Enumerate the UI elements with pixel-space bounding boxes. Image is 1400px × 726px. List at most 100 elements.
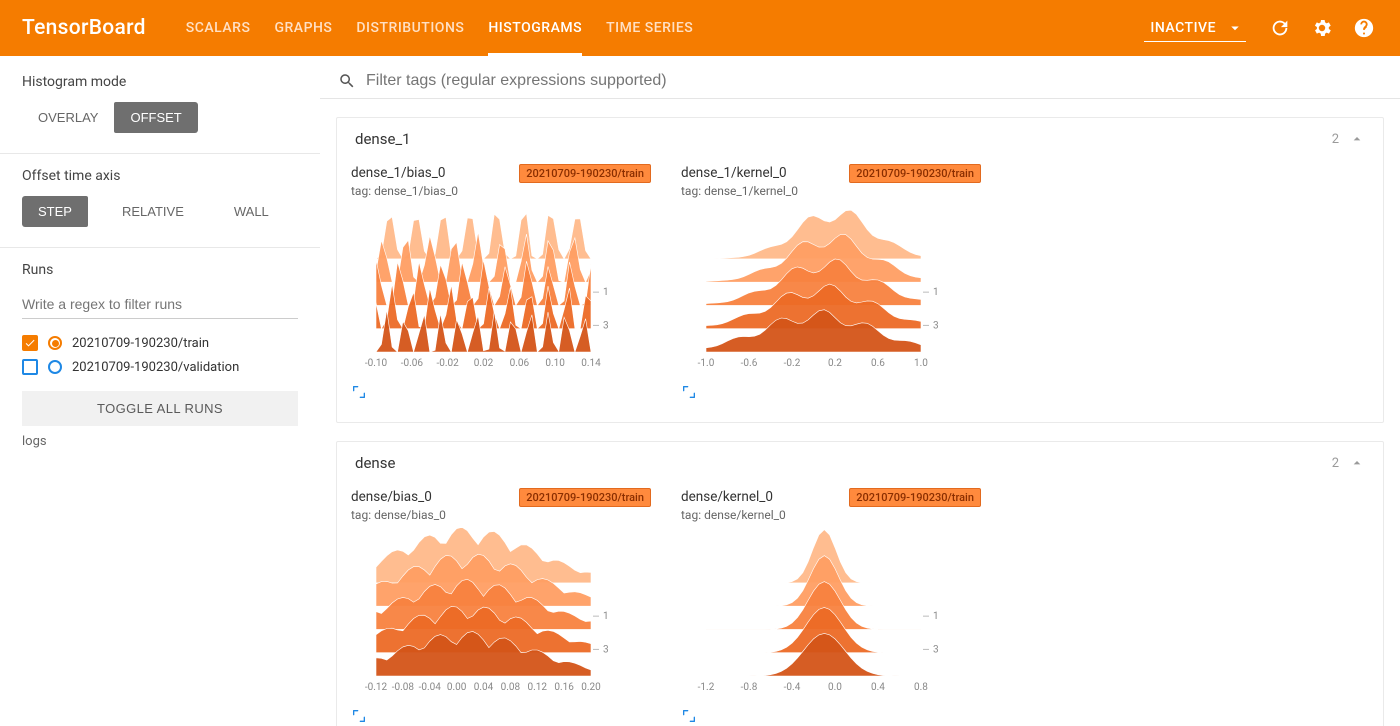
svg-text:0.0: 0.0 xyxy=(828,682,842,693)
tab-histograms[interactable]: HISTOGRAMS xyxy=(488,0,582,56)
runs-list: 20210709-190230/train 20210709-190230/val… xyxy=(22,331,298,379)
run-radio[interactable] xyxy=(48,336,62,350)
svg-text:3: 3 xyxy=(933,321,939,332)
offset-axis-label: Offset time axis xyxy=(22,168,298,184)
toggle-all-runs-button[interactable]: TOGGLE ALL RUNS xyxy=(22,391,298,426)
card-tag: tag: dense/kernel_0 xyxy=(681,508,786,522)
tag-group-name: dense_1 xyxy=(355,130,411,148)
svg-text:-1.2: -1.2 xyxy=(698,682,715,693)
svg-text:0.04: 0.04 xyxy=(474,682,494,693)
card-title: dense/kernel_0 xyxy=(681,488,786,506)
tab-time-series[interactable]: TIME SERIES xyxy=(606,0,693,56)
fullscreen-icon xyxy=(681,708,697,724)
tag-filter-input[interactable] xyxy=(366,72,1382,90)
svg-text:-0.06: -0.06 xyxy=(401,358,424,369)
card-tag: tag: dense/bias_0 xyxy=(351,508,446,522)
hist-mode-overlay[interactable]: OVERLAY xyxy=(22,102,114,133)
svg-text:0.02: 0.02 xyxy=(474,358,494,369)
run-badge: 20210709-190230/train xyxy=(849,488,981,507)
help-button[interactable] xyxy=(1350,14,1378,42)
run-badge: 20210709-190230/train xyxy=(519,488,651,507)
svg-text:-0.12: -0.12 xyxy=(365,682,388,693)
svg-text:0.4: 0.4 xyxy=(871,682,885,693)
hist-mode-label: Histogram mode xyxy=(22,74,298,90)
tag-group-header[interactable]: dense2 xyxy=(337,442,1383,484)
chevron-up-icon xyxy=(1349,131,1365,147)
svg-text:-0.6: -0.6 xyxy=(741,358,758,369)
svg-text:-0.4: -0.4 xyxy=(784,682,801,693)
run-checkbox[interactable] xyxy=(22,335,38,351)
fullscreen-icon xyxy=(351,708,367,724)
tab-graphs[interactable]: GRAPHS xyxy=(274,0,332,56)
svg-text:0.6: 0.6 xyxy=(871,358,885,369)
card-title: dense/bias_0 xyxy=(351,488,446,506)
run-name: 20210709-190230/validation xyxy=(72,360,239,375)
top-app-bar: TensorBoard SCALARS GRAPHS DISTRIBUTIONS HI… xyxy=(0,0,1400,56)
svg-text:1: 1 xyxy=(933,612,939,623)
offset-axis-step[interactable]: STEP xyxy=(22,196,88,227)
offset-axis-relative[interactable]: RELATIVE xyxy=(106,196,200,227)
svg-text:0.06: 0.06 xyxy=(510,358,530,369)
histogram-card: dense_1/bias_0 tag: dense_1/bias_0 2021070… xyxy=(351,164,651,404)
expand-button[interactable] xyxy=(681,708,981,726)
hist-mode-segmented: OVERLAYOFFSET xyxy=(22,102,198,133)
hist-mode-offset[interactable]: OFFSET xyxy=(114,102,197,133)
histogram-card: dense/kernel_0 tag: dense/kernel_0 2021070… xyxy=(681,488,981,726)
svg-text:1.0: 1.0 xyxy=(914,358,928,369)
svg-text:1: 1 xyxy=(603,287,609,298)
run-row[interactable]: 20210709-190230/validation xyxy=(22,355,298,379)
offset-axis-wall[interactable]: WALL xyxy=(218,196,285,227)
tab-scalars[interactable]: SCALARS xyxy=(186,0,251,56)
histogram-card: dense/bias_0 tag: dense/bias_0 20210709-19… xyxy=(351,488,651,726)
offset-axis-segmented: STEP RELATIVE WALL xyxy=(22,196,303,227)
run-badge: 20210709-190230/train xyxy=(849,164,981,183)
chevron-up-icon xyxy=(1349,455,1365,471)
runs-label: Runs xyxy=(22,262,298,278)
sidebar: Histogram mode OVERLAYOFFSET Offset time… xyxy=(0,56,320,726)
svg-text:0.12: 0.12 xyxy=(528,682,548,693)
refresh-button[interactable] xyxy=(1266,14,1294,42)
run-badge: 20210709-190230/train xyxy=(519,164,651,183)
tag-group-count: 2 xyxy=(1332,456,1339,471)
card-tag: tag: dense_1/bias_0 xyxy=(351,184,458,198)
svg-text:-0.04: -0.04 xyxy=(419,682,442,693)
run-row[interactable]: 20210709-190230/train xyxy=(22,331,298,355)
expand-button[interactable] xyxy=(351,708,651,726)
tab-distributions[interactable]: DISTRIBUTIONS xyxy=(356,0,464,56)
svg-text:1: 1 xyxy=(933,287,939,298)
tag-group: dense_1 2 dense_1/bias_0 tag: dense_1/bias_… xyxy=(336,117,1384,423)
card-tag: tag: dense_1/kernel_0 xyxy=(681,184,798,198)
histogram-plot[interactable]: -1.0-0.6-0.20.20.61.013 xyxy=(681,204,951,374)
histogram-plot[interactable]: -0.10-0.06-0.020.020.060.100.1413 xyxy=(351,204,621,374)
search-icon xyxy=(338,72,356,90)
expand-button[interactable] xyxy=(351,384,651,404)
svg-text:-0.8: -0.8 xyxy=(741,682,758,693)
svg-text:3: 3 xyxy=(603,321,609,332)
card-title: dense_1/bias_0 xyxy=(351,164,458,182)
run-radio[interactable] xyxy=(48,360,62,374)
app-logo: TensorBoard xyxy=(22,16,146,40)
svg-text:0.14: 0.14 xyxy=(581,358,601,369)
svg-text:-0.02: -0.02 xyxy=(437,358,460,369)
svg-text:-1.0: -1.0 xyxy=(698,358,715,369)
run-selector-label: INACTIVE xyxy=(1150,20,1216,36)
run-name: 20210709-190230/train xyxy=(72,336,209,351)
svg-text:0.10: 0.10 xyxy=(545,358,565,369)
nav-tabs: SCALARS GRAPHS DISTRIBUTIONS HISTOGRAMS TIME… xyxy=(186,0,694,56)
tag-group-count: 2 xyxy=(1332,132,1339,147)
histogram-plot[interactable]: -0.12-0.08-0.040.000.040.080.120.160.201… xyxy=(351,528,621,698)
svg-text:0.08: 0.08 xyxy=(501,682,521,693)
settings-button[interactable] xyxy=(1308,14,1336,42)
runs-filter-input[interactable] xyxy=(22,290,298,319)
svg-text:3: 3 xyxy=(933,645,939,656)
svg-text:0.20: 0.20 xyxy=(581,682,601,693)
histogram-plot[interactable]: -1.2 -0.8 -0.4 0.0 0.4 0.8 1 3 xyxy=(681,528,951,698)
run-selector-dropdown[interactable]: INACTIVE xyxy=(1144,15,1246,42)
card-title: dense_1/kernel_0 xyxy=(681,164,798,182)
svg-text:0.00: 0.00 xyxy=(447,682,467,693)
tag-group: dense2 dense/bias_0 tag: dense/bias_0 20210… xyxy=(336,441,1384,726)
tag-group-header[interactable]: dense_1 2 xyxy=(337,118,1383,160)
run-checkbox[interactable] xyxy=(22,359,38,375)
expand-button[interactable] xyxy=(681,384,981,404)
svg-text:0.8: 0.8 xyxy=(914,682,928,693)
